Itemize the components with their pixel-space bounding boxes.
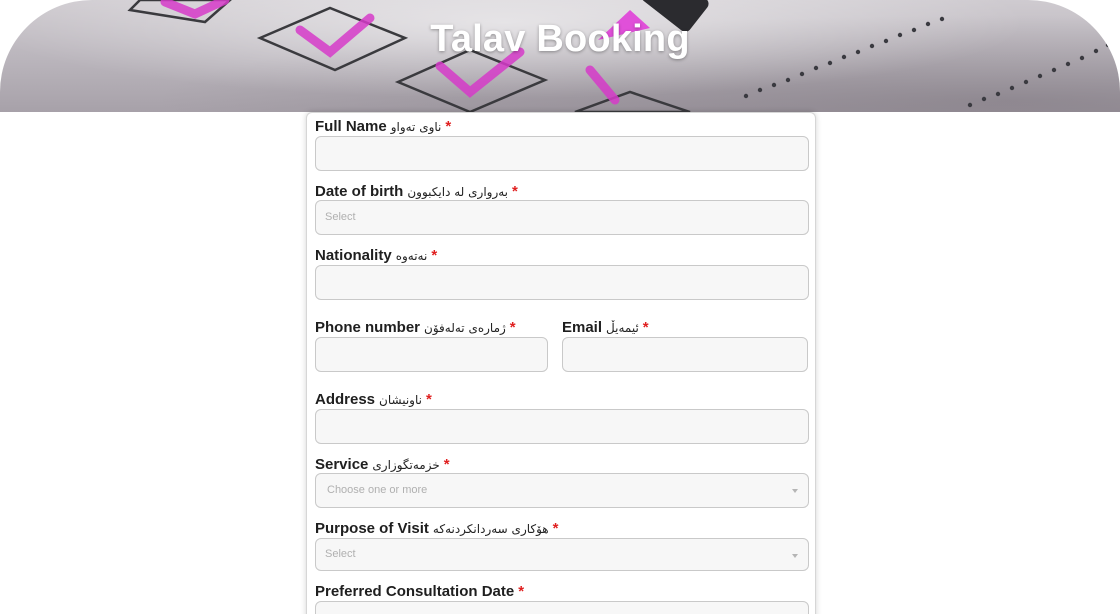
required-marker: * — [445, 118, 452, 135]
date-of-birth-label-en: Date of birth — [315, 183, 404, 200]
full-name-input[interactable] — [315, 136, 809, 171]
date-of-birth-label-ku: بەرواری لە دایکبوون — [407, 185, 509, 199]
date-of-birth-placeholder: Select — [325, 211, 356, 223]
date-of-birth-picker[interactable]: Select — [315, 200, 809, 235]
email-label-en: Email — [562, 319, 603, 336]
required-marker: * — [425, 391, 432, 408]
address-input[interactable] — [315, 409, 809, 444]
service-label-ku: خزمەتگوزاری — [372, 458, 440, 472]
required-marker: * — [518, 583, 525, 600]
required-marker: * — [642, 319, 649, 336]
header-banner: Talav Booking — [0, 0, 1120, 112]
purpose-label-ku: هۆکاری سەردانکردنەکە — [432, 522, 549, 536]
phone-label-en: Phone number — [315, 319, 421, 336]
consultation-date-picker[interactable] — [315, 601, 809, 614]
nationality-field: Nationality نەتەوە * — [315, 246, 809, 306]
address-label-en: Address — [315, 391, 376, 408]
nationality-label-en: Nationality — [315, 247, 392, 264]
purpose-field: Purpose of Visit هۆکاری سەردانکردنەکە * Se… — [315, 519, 809, 579]
purpose-select[interactable]: Select — [315, 538, 809, 571]
address-label-ku: ناونیشان — [379, 393, 422, 407]
phone-label: Phone number ژمارەی تەلەفۆن * — [315, 318, 548, 338]
full-name-field: Full Name ناوی تەواو * — [315, 117, 809, 177]
phone-field: Phone number ژمارەی تەلەفۆن * — [315, 318, 548, 378]
full-name-label-ku: ناوی تەواو — [390, 120, 442, 134]
nationality-label-ku: نەتەوە — [395, 249, 428, 263]
required-marker: * — [443, 456, 450, 473]
purpose-label-en: Purpose of Visit — [315, 520, 429, 537]
booking-form: Full Name ناوی تەواو * Date of birth بەروار… — [306, 112, 816, 614]
required-marker: * — [431, 247, 438, 264]
nationality-label: Nationality نەتەوە * — [315, 246, 809, 266]
phone-label-ku: ژمارەی تەلەفۆن — [424, 321, 506, 335]
email-label: Email ئیمەیڵ * — [562, 318, 809, 338]
consultation-date-label: Preferred Consultation Date * — [315, 582, 809, 602]
address-label: Address ناونیشان * — [315, 390, 809, 410]
nationality-input[interactable] — [315, 265, 809, 300]
phone-input[interactable] — [315, 337, 548, 372]
service-multiselect[interactable]: Choose one or more — [315, 473, 809, 508]
required-marker: * — [512, 183, 518, 200]
consultation-date-field: Preferred Consultation Date * — [315, 582, 809, 614]
page-title: Talav Booking — [430, 18, 690, 60]
service-placeholder: Choose one or more — [327, 484, 428, 496]
consultation-date-label-en: Preferred Consultation Date — [315, 583, 515, 600]
full-name-label: Full Name ناوی تەواو * — [315, 117, 809, 137]
service-label: Service خزمەتگوزاری * — [315, 455, 809, 475]
service-field: Service خزمەتگوزاری * Choose one or more — [315, 455, 809, 515]
email-label-ku: ئیمەیڵ — [606, 321, 639, 335]
date-of-birth-field: Date of birth بەرواری لە دایکبوون * Select — [315, 182, 809, 242]
purpose-label: Purpose of Visit هۆکاری سەردانکردنەکە * — [315, 519, 809, 539]
email-input[interactable] — [562, 337, 808, 372]
full-name-label-en: Full Name — [315, 118, 387, 135]
required-marker: * — [552, 520, 559, 537]
email-field: Email ئیمەیڵ * — [562, 318, 809, 378]
purpose-placeholder: Select — [325, 548, 356, 560]
service-label-en: Service — [315, 456, 369, 473]
address-field: Address ناونیشان * — [315, 390, 809, 450]
date-of-birth-label: Date of birth بەرواری لە دایکبوون * — [315, 182, 809, 202]
required-marker: * — [509, 319, 516, 336]
